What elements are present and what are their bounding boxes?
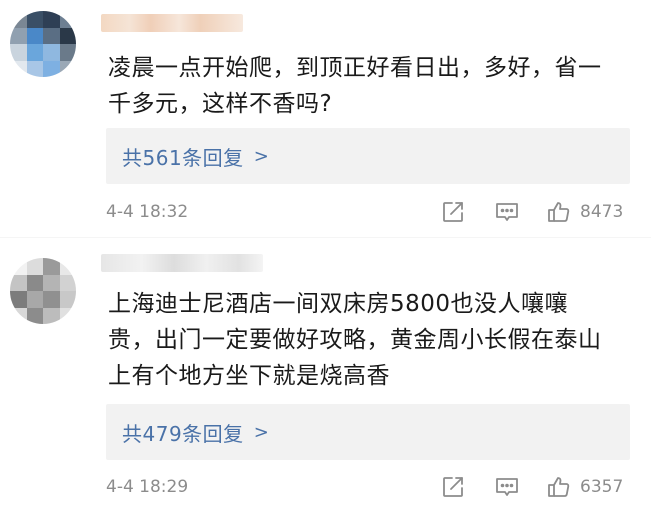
comment-time: 4-4 18:29 bbox=[106, 477, 189, 497]
comment-icon[interactable] bbox=[494, 199, 520, 225]
view-replies-button[interactable]: 共479条回复 > bbox=[106, 404, 630, 460]
comment-text-line: 上有个地方坐下就是烧高香 bbox=[108, 363, 390, 389]
comment-item: 上海迪士尼酒店一间双床房5800也没人嚷嚷 贵，出门一定要做好攻略，黄金周小长假… bbox=[0, 238, 651, 512]
reply-count-label: 共561条回复 bbox=[122, 145, 244, 170]
avatar[interactable] bbox=[10, 11, 76, 77]
reply-count-label: 共479条回复 bbox=[122, 421, 244, 446]
like-count: 6357 bbox=[580, 477, 624, 497]
comment-meta: 4-4 18:32 8473 bbox=[106, 199, 636, 227]
chevron-right-icon: > bbox=[253, 145, 270, 167]
username-blurred[interactable] bbox=[101, 14, 243, 32]
comment-item: 凌晨一点开始爬，到顶正好看日出，多好，省一 千多元，这样不香吗? 共561条回复… bbox=[0, 0, 651, 238]
comment-icon[interactable] bbox=[494, 474, 520, 500]
comment-text: 上海迪士尼酒店一间双床房5800也没人嚷嚷 贵，出门一定要做好攻略，黄金周小长假… bbox=[108, 286, 638, 394]
thumbs-up-icon[interactable] bbox=[546, 474, 572, 500]
comment-text-line: 上海迪士尼酒店一间双床房5800也没人嚷嚷 bbox=[108, 291, 569, 317]
like-count: 8473 bbox=[580, 202, 624, 222]
view-replies-button[interactable]: 共561条回复 > bbox=[106, 128, 630, 184]
comment-text-line: 千多元，这样不香吗? bbox=[108, 91, 333, 117]
share-icon[interactable] bbox=[440, 199, 466, 225]
thumbs-up-icon[interactable] bbox=[546, 199, 572, 225]
avatar[interactable] bbox=[10, 258, 76, 324]
comment-meta: 4-4 18:29 6357 bbox=[106, 474, 636, 502]
share-icon[interactable] bbox=[440, 474, 466, 500]
comment-text-line: 凌晨一点开始爬，到顶正好看日出，多好，省一 bbox=[108, 55, 602, 81]
username-blurred[interactable] bbox=[101, 254, 263, 272]
comment-text: 凌晨一点开始爬，到顶正好看日出，多好，省一 千多元，这样不香吗? bbox=[108, 50, 638, 122]
comment-text-line: 贵，出门一定要做好攻略，黄金周小长假在泰山 bbox=[108, 327, 602, 353]
chevron-right-icon: > bbox=[253, 421, 270, 443]
comment-time: 4-4 18:32 bbox=[106, 202, 189, 222]
